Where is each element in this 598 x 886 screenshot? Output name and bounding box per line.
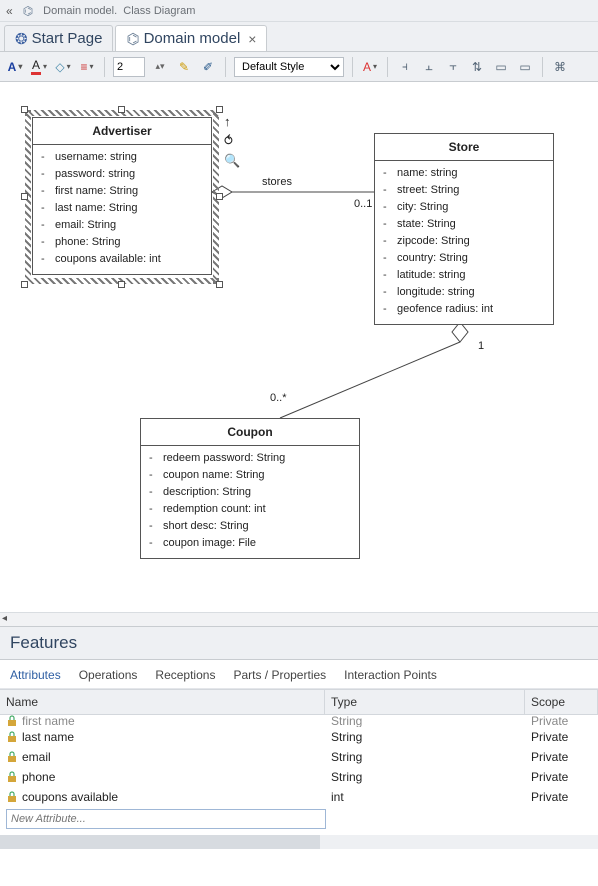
class-coupon[interactable]: Coupon redeem password: String coupon na… (140, 418, 360, 559)
grid-h-scrollbar[interactable] (0, 835, 598, 849)
table-row[interactable]: email String Private (0, 747, 598, 767)
layout2-icon[interactable]: ▭ (516, 58, 534, 76)
class-attr[interactable]: redeem password: String (149, 450, 351, 467)
eyedropper-icon[interactable]: ✐ (199, 58, 217, 76)
class-attr[interactable]: coupons available: int (41, 251, 203, 268)
fill-button[interactable]: ◇ (54, 58, 72, 76)
class-attr[interactable]: state: String (383, 216, 545, 233)
new-attribute-input[interactable] (6, 809, 326, 829)
class-body: username: string password: string first … (33, 145, 211, 274)
layout-icon[interactable]: ▭ (492, 58, 510, 76)
features-tab-receptions[interactable]: Receptions (155, 668, 215, 682)
selection-tools: ↑ ⥀ 🔍 (224, 114, 240, 169)
more-icon[interactable]: ⌘ (551, 58, 569, 76)
class-attr[interactable]: phone: String (41, 234, 203, 251)
col-header-scope[interactable]: Scope (525, 690, 598, 714)
class-attr[interactable]: password: string (41, 166, 203, 183)
brush-icon[interactable]: ✎ (175, 58, 193, 76)
class-body: redeem password: String coupon name: Str… (141, 446, 359, 558)
table-row[interactable]: last name String Private (0, 727, 598, 747)
line-style-button[interactable]: ≡ (78, 58, 96, 76)
class-attr[interactable]: email: String (41, 217, 203, 234)
arrow-up-icon[interactable]: ↑ (224, 114, 240, 129)
stepper-icon[interactable]: ▴▾ (151, 58, 169, 76)
class-attr[interactable]: username: string (41, 149, 203, 166)
link-icon[interactable]: ⥀ (224, 133, 240, 149)
zoom-icon[interactable]: 🔍 (224, 153, 240, 169)
class-title: Coupon (141, 419, 359, 446)
class-attr[interactable]: redemption count: int (149, 501, 351, 518)
document-tabs: ❂ Start Page ⌬ Domain model × (0, 22, 598, 52)
class-store[interactable]: Store name: string street: String city: … (374, 133, 554, 325)
collapse-icon[interactable]: « (6, 4, 13, 18)
class-title: Advertiser (33, 118, 211, 145)
class-body: name: string street: String city: String… (375, 161, 553, 324)
class-advertiser[interactable]: Advertiser username: string password: st… (32, 117, 212, 275)
lock-icon (6, 715, 18, 727)
align-left-icon[interactable]: ⫞ (396, 58, 414, 76)
new-attribute-row (6, 809, 592, 829)
tab-label: Start Page (32, 30, 103, 47)
features-tab-operations[interactable]: Operations (79, 668, 138, 682)
table-row[interactable]: phone String Private (0, 767, 598, 787)
class-attr[interactable]: street: String (383, 182, 545, 199)
font-color-button[interactable]: A (6, 58, 24, 76)
close-icon[interactable]: × (248, 31, 256, 47)
assoc-mult-01: 0..1 (354, 198, 372, 210)
features-tab-attributes[interactable]: Attributes (10, 668, 61, 682)
grid-body: first name String Private last name Stri… (0, 715, 598, 807)
col-header-type[interactable]: Type (325, 690, 525, 714)
assoc-mult-0star: 0..* (270, 392, 287, 404)
attributes-grid: Name Type Scope first name String Privat… (0, 689, 598, 829)
lock-icon (6, 791, 18, 803)
tab-start-page[interactable]: ❂ Start Page (4, 25, 113, 51)
assoc-mult-1b: 1 (478, 340, 484, 352)
class-attr[interactable]: country: String (383, 250, 545, 267)
format-toolbar: A A ◇ ≡ ▴▾ ✎ ✐ Default Style A ⫞ ⫠ ⫟ ⇅ ▭… (0, 52, 598, 82)
align-right-icon[interactable]: ⫟ (444, 58, 462, 76)
align-center-icon[interactable]: ⫠ (420, 58, 438, 76)
assoc-label-stores: stores (262, 176, 292, 188)
class-attr[interactable]: last name: String (41, 200, 203, 217)
class-attr[interactable]: description: String (149, 484, 351, 501)
lock-icon (6, 751, 18, 763)
breadcrumb-title: Domain model. Class Diagram (43, 5, 195, 17)
class-attr[interactable]: first name: String (41, 183, 203, 200)
style-select[interactable]: Default Style (234, 57, 344, 77)
class-attr[interactable]: city: String (383, 199, 545, 216)
lock-icon (6, 731, 18, 743)
diagram-type-icon: ⌬ (23, 4, 33, 18)
features-tab-interaction[interactable]: Interaction Points (344, 668, 437, 682)
distribute-h-icon[interactable]: ⇅ (468, 58, 486, 76)
line-width-input[interactable] (113, 57, 145, 77)
features-tab-parts[interactable]: Parts / Properties (233, 668, 326, 682)
class-attr[interactable]: latitude: string (383, 267, 545, 284)
tab-domain-model[interactable]: ⌬ Domain model × (115, 25, 267, 51)
class-attr[interactable]: geofence radius: int (383, 301, 545, 318)
class-attr[interactable]: short desc: String (149, 518, 351, 535)
breadcrumb-bar: « ⌬ Domain model. Class Diagram (0, 0, 598, 22)
class-attr[interactable]: longitude: string (383, 284, 545, 301)
table-row[interactable]: first name String Private (0, 715, 598, 727)
globe-icon: ❂ (15, 30, 28, 48)
lock-icon (6, 771, 18, 783)
class-attr[interactable]: name: string (383, 165, 545, 182)
tab-label: Domain model (144, 30, 241, 47)
class-attr[interactable]: coupon image: File (149, 535, 351, 552)
diagram-canvas[interactable]: stores 1 0..1 1 0..* Advertiser username… (0, 82, 598, 612)
col-header-name[interactable]: Name (0, 690, 325, 714)
diagram-icon: ⌬ (126, 30, 139, 48)
canvas-h-scrollbar[interactable]: ◂ (0, 612, 598, 626)
features-panel-title: Features (0, 626, 598, 660)
highlight-button[interactable]: A (30, 58, 48, 76)
class-attr[interactable]: coupon name: String (149, 467, 351, 484)
features-tabs: Attributes Operations Receptions Parts /… (0, 660, 598, 689)
text-style-button[interactable]: A (361, 58, 379, 76)
table-row[interactable]: coupons available int Private (0, 787, 598, 807)
class-title: Store (375, 134, 553, 161)
class-attr[interactable]: zipcode: String (383, 233, 545, 250)
grid-header: Name Type Scope (0, 689, 598, 715)
